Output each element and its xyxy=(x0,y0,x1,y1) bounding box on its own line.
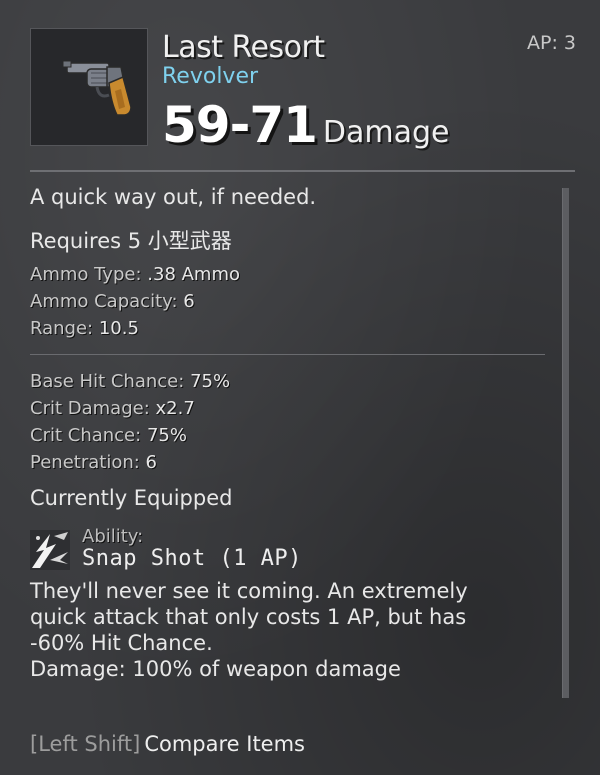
scrollbar-thumb[interactable] xyxy=(563,188,569,698)
stat-value: 10.5 xyxy=(98,318,139,339)
stat-label: Ammo Capacity: xyxy=(30,291,178,312)
ability-damage: Damage: 100% of weapon damage xyxy=(30,657,401,681)
stat-value: 6 xyxy=(145,452,157,473)
stat-label: Penetration: xyxy=(30,452,140,473)
item-description: A quick way out, if needed. xyxy=(30,185,317,209)
stat-value: 6 xyxy=(183,291,195,312)
ability-label: Ability: xyxy=(82,526,144,547)
item-name: Last Resort xyxy=(162,30,325,65)
stat-value: 75% xyxy=(190,371,231,392)
compare-key: [Left Shift] xyxy=(30,732,141,756)
stat-value: x2.7 xyxy=(155,398,195,419)
tooltip-scrollbar[interactable] xyxy=(562,188,569,698)
stats-divider xyxy=(30,354,545,355)
ability-description-text: They'll never see it coming. An extremel… xyxy=(30,579,468,655)
stat-base-hit-chance: Base Hit Chance: 75% xyxy=(30,371,230,392)
stat-label: Range: xyxy=(30,318,94,339)
damage-label: Damage xyxy=(322,115,450,150)
stat-range: Range: 10.5 xyxy=(30,318,139,339)
stat-label: Crit Chance: xyxy=(30,425,142,446)
item-icon-frame xyxy=(30,28,148,146)
compare-hint: [Left Shift] Compare Items xyxy=(30,732,305,756)
stat-label: Base Hit Chance: xyxy=(30,371,185,392)
ability-description: They'll never see it coming. An extremel… xyxy=(30,578,520,682)
stat-label: Crit Damage: xyxy=(30,398,150,419)
damage-range: 59-71 xyxy=(162,96,318,154)
ap-cost: AP: 3 xyxy=(527,32,576,54)
snap-shot-icon xyxy=(30,530,70,570)
item-tooltip: Last Resort Revolver 59-71 Damage AP: 3 A… xyxy=(0,0,600,775)
stat-ammo-type: Ammo Type: .38 Ammo xyxy=(30,264,240,285)
stat-value: 75% xyxy=(146,425,187,446)
stat-ammo-capacity: Ammo Capacity: 6 xyxy=(30,291,195,312)
stat-value: .38 Ammo xyxy=(147,264,241,285)
stat-penetration: Penetration: 6 xyxy=(30,452,157,473)
stat-crit-damage: Crit Damage: x2.7 xyxy=(30,398,195,419)
revolver-icon xyxy=(62,60,132,116)
item-type: Revolver xyxy=(162,64,259,89)
item-requirement: Requires 5 小型武器 xyxy=(30,229,232,253)
damage-row: 59-71 Damage xyxy=(162,96,450,154)
stat-crit-chance: Crit Chance: 75% xyxy=(30,425,187,446)
header-divider xyxy=(30,170,575,172)
compare-action: Compare Items xyxy=(144,732,305,756)
equip-status: Currently Equipped xyxy=(30,486,233,510)
ability-name: Snap Shot (1 AP) xyxy=(82,546,302,571)
stat-label: Ammo Type: xyxy=(30,264,142,285)
